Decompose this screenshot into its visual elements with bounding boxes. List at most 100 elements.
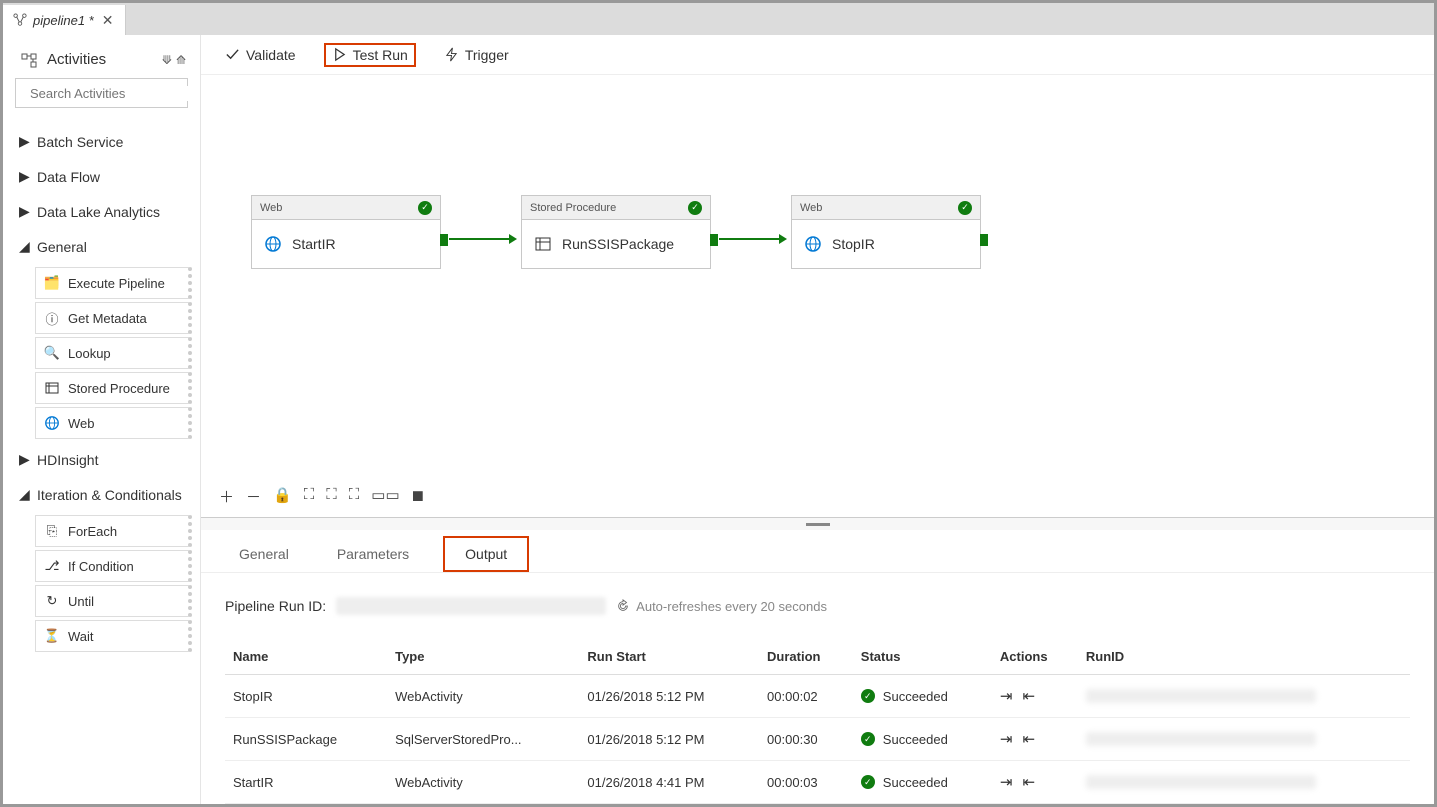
- table-row[interactable]: RunSSISPackage SqlServerStoredPro... 01/…: [225, 718, 1410, 761]
- web-icon: [804, 235, 822, 253]
- run-results-table: Name Type Run Start Duration Status Acti…: [225, 639, 1410, 804]
- category-data-flow[interactable]: ▶Data Flow: [3, 159, 200, 194]
- cell-start: 01/26/2018 5:12 PM: [579, 675, 759, 718]
- output-action-icon[interactable]: ⇤: [1023, 730, 1036, 748]
- activities-icon: [21, 52, 37, 68]
- node-port-out[interactable]: [710, 234, 718, 246]
- pipeline-canvas[interactable]: Web✓ StartIR Stored Procedure✓ RunSSISPa…: [201, 75, 1434, 517]
- panel-resize-handle[interactable]: [201, 518, 1434, 530]
- cell-name: StartIR: [225, 761, 387, 804]
- category-batch-service[interactable]: ▶Batch Service: [3, 124, 200, 159]
- node-status-icon: ✓: [958, 201, 972, 215]
- output-action-icon[interactable]: ⇤: [1023, 773, 1036, 791]
- table-row[interactable]: StopIR WebActivity 01/26/2018 5:12 PM 00…: [225, 675, 1410, 718]
- activity-stored-procedure[interactable]: Stored Procedure: [35, 372, 192, 404]
- col-runid[interactable]: RunID: [1078, 639, 1410, 675]
- test-run-button[interactable]: Test Run: [324, 43, 416, 67]
- tab-title: pipeline1 *: [33, 13, 94, 28]
- col-start[interactable]: Run Start: [579, 639, 759, 675]
- col-duration[interactable]: Duration: [759, 639, 853, 675]
- fullscreen-icon[interactable]: ⛶: [349, 486, 360, 507]
- activity-execute-pipeline[interactable]: 🗂️Execute Pipeline: [35, 267, 192, 299]
- cell-name: RunSSISPackage: [225, 718, 387, 761]
- cell-start: 01/26/2018 5:12 PM: [579, 718, 759, 761]
- foreach-icon: ⎘: [44, 523, 60, 539]
- execute-pipeline-icon: 🗂️: [44, 275, 60, 291]
- cell-runid: [1078, 761, 1410, 804]
- cell-start: 01/26/2018 4:41 PM: [579, 761, 759, 804]
- search-activities-input[interactable]: [15, 78, 188, 108]
- auto-refresh-text: Auto-refreshes every 20 seconds: [636, 599, 827, 614]
- node-name: StopIR: [832, 236, 875, 252]
- lock-icon[interactable]: 🔒: [273, 486, 292, 507]
- col-status[interactable]: Status: [853, 639, 992, 675]
- refresh-icon[interactable]: [616, 599, 630, 613]
- input-action-icon[interactable]: ⇥: [1000, 687, 1013, 705]
- activity-wait[interactable]: ⏳Wait: [35, 620, 192, 652]
- wait-icon: ⏳: [44, 628, 60, 644]
- align-icon[interactable]: ◼: [412, 486, 424, 507]
- col-name[interactable]: Name: [225, 639, 387, 675]
- category-iteration[interactable]: ◢Iteration & Conditionals: [3, 477, 200, 512]
- input-action-icon[interactable]: ⇥: [1000, 773, 1013, 791]
- node-port-out[interactable]: [980, 234, 988, 246]
- node-startir[interactable]: Web✓ StartIR: [251, 195, 441, 269]
- if-icon: ⎇: [44, 558, 60, 574]
- activity-web[interactable]: Web: [35, 407, 192, 439]
- category-data-lake-analytics[interactable]: ▶Data Lake Analytics: [3, 194, 200, 229]
- cell-runid: [1078, 675, 1410, 718]
- activity-until[interactable]: ↻Until: [35, 585, 192, 617]
- cell-type: WebActivity: [387, 761, 579, 804]
- node-stopir[interactable]: Web ✓ StopIR: [791, 195, 981, 269]
- layout-icon[interactable]: ▭▭: [371, 486, 399, 507]
- pipeline-toolbar: Validate Test Run Trigger: [201, 35, 1434, 75]
- lookup-icon: 🔍: [44, 345, 60, 361]
- stored-procedure-icon: [534, 235, 552, 253]
- zoom-100-icon[interactable]: ⛶: [304, 486, 315, 507]
- activity-get-metadata[interactable]: ⓘGet Metadata: [35, 302, 192, 334]
- tab-general[interactable]: General: [225, 536, 303, 572]
- zoom-out-icon[interactable]: －: [246, 486, 261, 507]
- info-icon: ⓘ: [44, 310, 60, 326]
- cell-type: WebActivity: [387, 675, 579, 718]
- success-icon: ✓: [861, 732, 875, 746]
- until-icon: ↻: [44, 593, 60, 609]
- activity-if-condition[interactable]: ⎇If Condition: [35, 550, 192, 582]
- node-status-icon: ✓: [688, 201, 702, 215]
- node-type-label: Web: [800, 202, 822, 214]
- cell-actions: ⇥⇤: [992, 761, 1078, 804]
- expand-all-icon[interactable]: ⟱: [162, 53, 172, 67]
- collapse-all-icon[interactable]: ⟰: [176, 53, 186, 67]
- node-name: StartIR: [292, 236, 336, 252]
- node-runssispackage[interactable]: Stored Procedure✓ RunSSISPackage: [521, 195, 711, 269]
- cell-duration: 00:00:02: [759, 675, 853, 718]
- output-action-icon[interactable]: ⇤: [1023, 687, 1036, 705]
- arrow-icon: [779, 234, 787, 244]
- output-panel: General Parameters Output Pipeline Run I…: [201, 517, 1434, 804]
- node-port-out[interactable]: [440, 234, 448, 246]
- connector: [449, 238, 509, 240]
- pipeline-icon: [13, 13, 27, 27]
- zoom-in-icon[interactable]: ＋: [219, 486, 234, 507]
- category-hdinsight[interactable]: ▶HDInsight: [3, 442, 200, 477]
- input-action-icon[interactable]: ⇥: [1000, 730, 1013, 748]
- activity-lookup[interactable]: 🔍Lookup: [35, 337, 192, 369]
- col-type[interactable]: Type: [387, 639, 579, 675]
- web-icon: [264, 235, 282, 253]
- node-name: RunSSISPackage: [562, 236, 674, 252]
- sidebar-title: Activities: [47, 51, 106, 68]
- table-row[interactable]: StartIR WebActivity 01/26/2018 4:41 PM 0…: [225, 761, 1410, 804]
- tab-parameters[interactable]: Parameters: [323, 536, 423, 572]
- tab-output[interactable]: Output: [443, 536, 529, 572]
- cell-name: StopIR: [225, 675, 387, 718]
- trigger-button[interactable]: Trigger: [438, 43, 515, 67]
- success-icon: ✓: [861, 775, 875, 789]
- activity-foreach[interactable]: ⎘ForEach: [35, 515, 192, 547]
- col-actions[interactable]: Actions: [992, 639, 1078, 675]
- pipeline-tab[interactable]: pipeline1 * ✕: [3, 5, 126, 35]
- zoom-fit-icon[interactable]: ⛶: [326, 486, 337, 507]
- cell-actions: ⇥⇤: [992, 718, 1078, 761]
- validate-button[interactable]: Validate: [219, 43, 302, 67]
- close-icon[interactable]: ✕: [100, 12, 116, 29]
- category-general[interactable]: ◢General: [3, 229, 200, 264]
